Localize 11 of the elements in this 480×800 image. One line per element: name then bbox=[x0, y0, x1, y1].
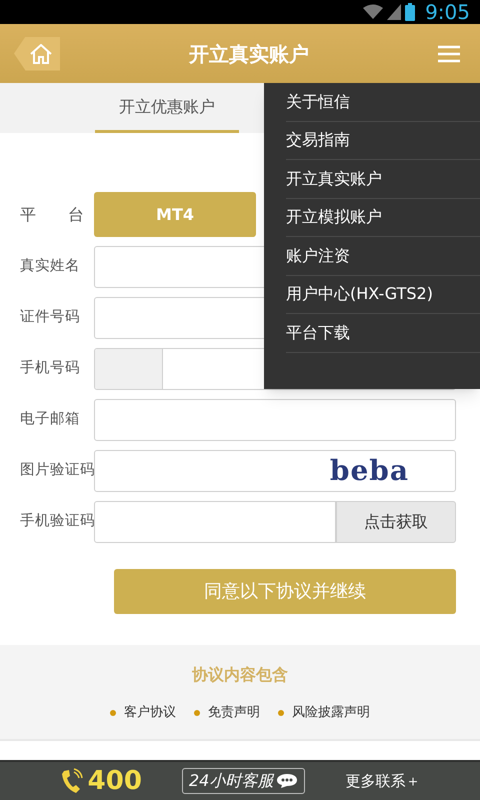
field-label: 证件号码 bbox=[19, 308, 81, 328]
field-label: 电子邮箱 bbox=[19, 410, 81, 430]
field-label: 平 台 bbox=[19, 204, 85, 226]
page-title: 开立真实账户 bbox=[189, 40, 309, 68]
agreement-title: 协议内容包含 bbox=[192, 664, 288, 686]
field-label: 手机验证码 bbox=[19, 512, 94, 532]
field-label: 手机号码 bbox=[19, 358, 81, 378]
field-label: 图片验证码 bbox=[19, 461, 94, 480]
status-time: 9:05 bbox=[425, 2, 470, 22]
field-label: 真实姓名 bbox=[19, 256, 81, 276]
captcha-image: beba bbox=[330, 457, 409, 485]
